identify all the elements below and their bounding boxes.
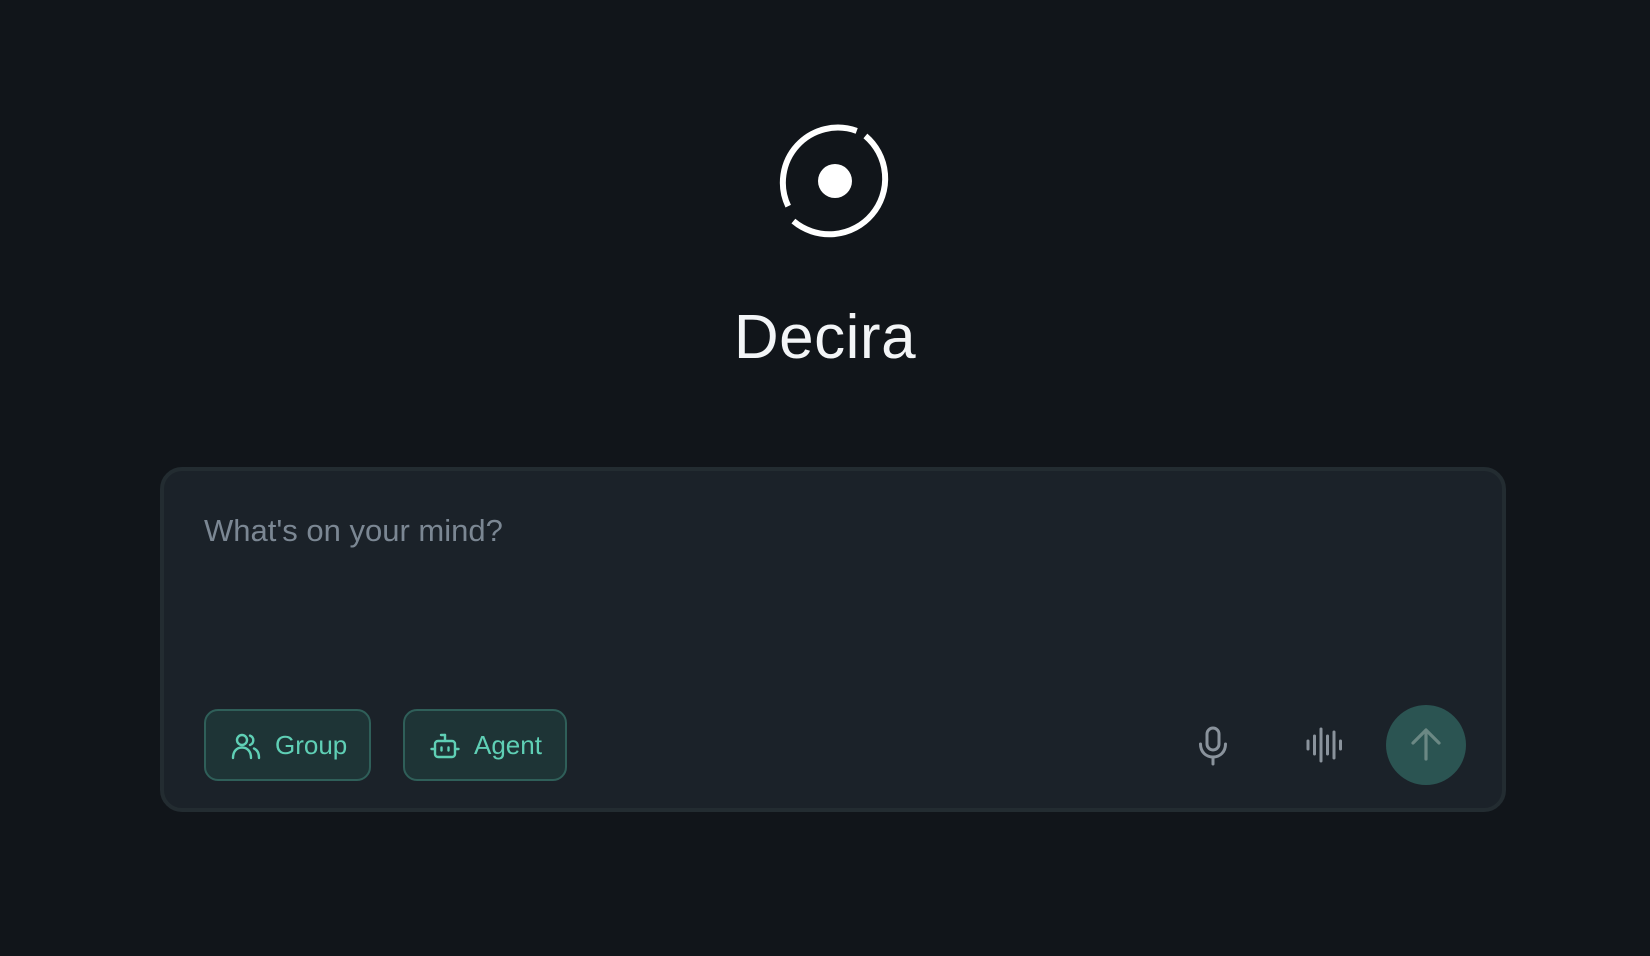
- main-page: Decira Group: [0, 0, 1650, 956]
- message-composer: Group Agent: [160, 467, 1506, 812]
- send-button[interactable]: [1386, 705, 1466, 785]
- microphone-icon: [1199, 726, 1227, 766]
- app-logo-icon: [777, 123, 893, 239]
- users-icon: [231, 733, 261, 760]
- app-title: Decira: [733, 303, 917, 372]
- group-button-label: Group: [275, 730, 348, 760]
- message-input[interactable]: [204, 511, 1444, 661]
- audio-waveform-icon: [1306, 727, 1342, 763]
- voice-mode-button[interactable]: [1295, 715, 1355, 775]
- arrow-up-icon: [1411, 728, 1441, 761]
- agent-button[interactable]: Agent: [403, 709, 567, 781]
- microphone-button[interactable]: [1183, 715, 1243, 775]
- agent-button-label: Agent: [474, 730, 542, 760]
- robot-icon: [430, 733, 460, 759]
- group-button[interactable]: Group: [204, 709, 371, 781]
